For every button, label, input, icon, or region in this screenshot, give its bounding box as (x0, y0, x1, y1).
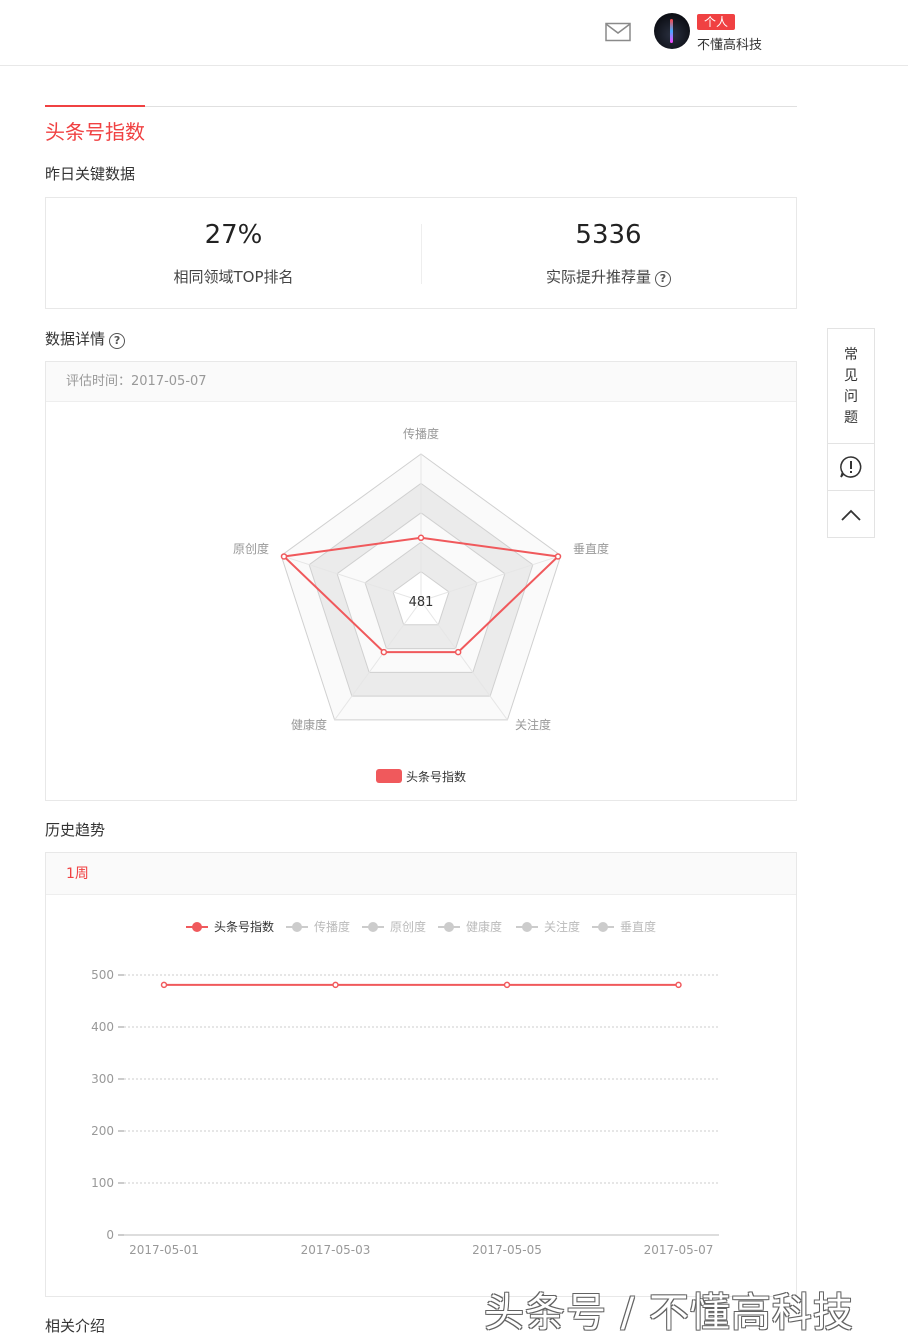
radar-center-value: 481 (409, 595, 434, 610)
radar-point (280, 553, 288, 560)
watermark: 头条号 / 不懂高科技 (484, 1290, 854, 1336)
radar-indicator-label: 传播度 (403, 426, 439, 441)
recommend-label-row: 实际提升推荐量? (421, 266, 796, 287)
feedback-icon (840, 456, 862, 478)
top-header: 个人 不懂高科技 (0, 0, 908, 66)
legend-item[interactable]: 传播度 (286, 919, 350, 934)
legend-item[interactable]: 关注度 (516, 919, 580, 934)
feedback-button[interactable] (828, 444, 874, 491)
faq-button[interactable]: 常见问题 (828, 329, 874, 444)
legend-item[interactable]: 健康度 (438, 919, 502, 934)
radar-indicator-label: 关注度 (515, 717, 551, 732)
radar-point (554, 553, 562, 560)
legend-label: 原创度 (390, 919, 426, 934)
history-panel: 1周 0 100 200 300 400 500 2017-05-01 2017-05-03 2… (45, 852, 797, 1297)
radar-chart: 传播度垂直度关注度 健康度 原创度 481 头条号指数 (233, 426, 609, 784)
faq-label: 常见问题 (844, 347, 858, 426)
x-tick-label: 2017-05-07 (644, 1243, 714, 1257)
legend-marker (368, 922, 378, 932)
legend-label: 头条号指数 (214, 919, 274, 934)
y-tick-label: 200 (91, 1124, 114, 1138)
side-toolbar: 常见问题 (827, 328, 875, 538)
legend-swatch (376, 769, 402, 783)
rank-value: 27% (204, 220, 263, 250)
recommend-label: 实际提升推荐量 (545, 268, 651, 286)
rank-label: 相同领域TOP排名 (173, 268, 294, 286)
history-title: 历史趋势 (45, 821, 106, 839)
series-point (503, 981, 511, 989)
series-point (332, 981, 339, 989)
series-point (675, 981, 682, 989)
legend-item[interactable]: 垂直度 (592, 919, 656, 934)
account-type-badge: 个人 (697, 14, 735, 30)
legend-item[interactable]: 原创度 (362, 919, 426, 934)
tab-1-week[interactable]: 1周 (46, 853, 796, 895)
legend-marker (522, 922, 532, 932)
mail-icon[interactable] (605, 22, 631, 42)
page-title[interactable]: 头条号指数 (45, 116, 145, 145)
help-icon[interactable]: ? (655, 271, 671, 287)
detail-title-row: 数据详情? (45, 328, 126, 349)
title-divider (45, 106, 797, 107)
y-tick-label: 0 (106, 1228, 114, 1242)
recommend-value: 5336 (575, 220, 642, 250)
legend-item[interactable]: 头条号指数 (186, 919, 274, 934)
detail-title: 数据详情 (45, 330, 106, 348)
legend-marker (192, 922, 202, 932)
legend-label: 传播度 (314, 919, 350, 934)
eval-time: 评估时间：2017-05-07 (46, 362, 796, 402)
key-data-box: 27% 相同领域TOP排名 5336 实际提升推荐量? (45, 197, 797, 309)
key-data-item-recommend: 5336 实际提升推荐量? (421, 198, 796, 308)
radar-point (417, 534, 425, 542)
chevron-up-icon (841, 509, 861, 521)
radar-indicator-label: 垂直度 (573, 541, 609, 556)
key-data-item-rank: 27% 相同领域TOP排名 (46, 198, 421, 308)
detail-panel: 评估时间：2017-05-07 传播度垂直度关注度 健康度 原创度 481 头条号指数 (45, 361, 797, 801)
y-tick-label: 400 (91, 1020, 114, 1034)
x-tick-label: 2017-05-05 (472, 1243, 542, 1257)
series-point (160, 981, 168, 989)
related-title: 相关介绍 (45, 1317, 106, 1335)
y-tick-label: 500 (91, 968, 114, 982)
legend-marker (444, 922, 454, 932)
user-name[interactable]: 不懂高科技 (697, 34, 762, 53)
help-icon[interactable]: ? (109, 333, 126, 349)
avatar[interactable] (654, 13, 690, 49)
legend-label: 垂直度 (620, 919, 656, 934)
key-data-title: 昨日关键数据 (45, 165, 136, 183)
radar-point (454, 648, 462, 656)
legend-marker (598, 922, 608, 932)
radar-point (380, 648, 388, 656)
radar-indicator-label: 原创度 (233, 541, 269, 556)
legend-label: 健康度 (466, 919, 502, 934)
legend-marker (292, 922, 302, 932)
legend-label: 头条号指数 (406, 769, 466, 784)
back-to-top-button[interactable] (828, 491, 874, 537)
radar-indicator-label: 健康度 (291, 717, 327, 732)
y-tick-label: 300 (91, 1072, 114, 1086)
line-chart: 0 100 200 300 400 500 2017-05-01 2017-05-03 2017… (91, 919, 719, 1257)
y-tick-label: 100 (91, 1176, 114, 1190)
x-tick-label: 2017-05-03 (301, 1243, 371, 1257)
title-active-indicator (45, 105, 145, 107)
x-tick-label: 2017-05-01 (129, 1243, 199, 1257)
legend-label: 关注度 (544, 919, 580, 934)
